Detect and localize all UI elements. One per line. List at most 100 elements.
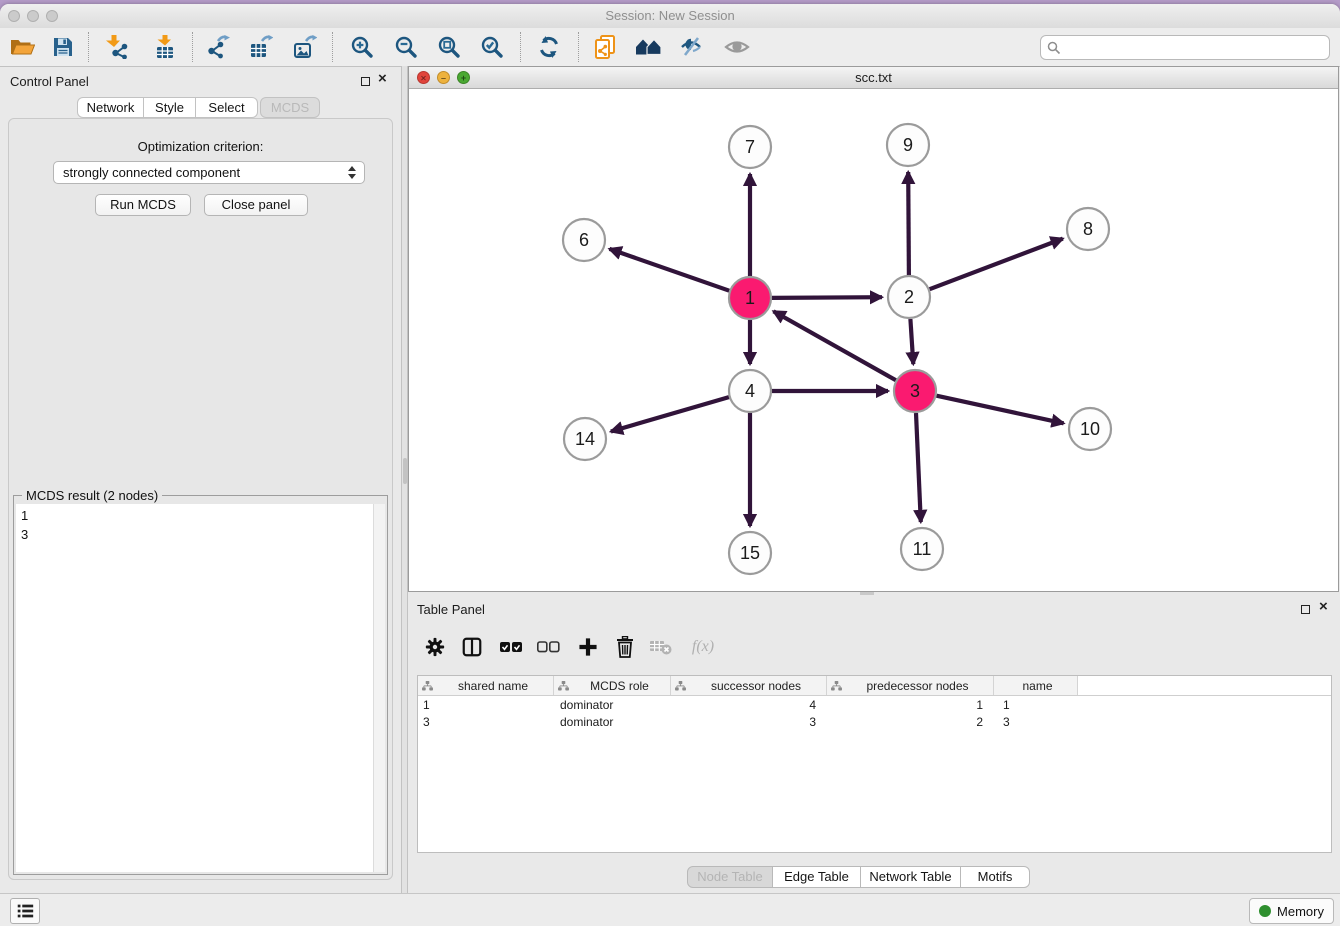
- toolbar-separator: [88, 32, 89, 62]
- control-panel: Control Panel × Network Style Select MCD…: [0, 66, 401, 893]
- column-type-icon: [675, 681, 686, 691]
- tab-mcds[interactable]: MCDS: [260, 97, 320, 118]
- divider-handle[interactable]: [403, 458, 407, 484]
- svg-text:9: 9: [903, 135, 913, 155]
- window-title: Session: New Session: [0, 4, 1340, 28]
- search-field[interactable]: [1040, 35, 1330, 60]
- tab-network-table[interactable]: Network Table: [861, 866, 961, 888]
- network-frame-title: scc.txt: [409, 67, 1338, 88]
- table-panel-title: Table Panel: [417, 602, 485, 617]
- column-type-icon: [831, 681, 842, 691]
- network-view-frame: scc.txt 7968124314101511: [408, 66, 1339, 592]
- memory-button[interactable]: Memory: [1249, 898, 1334, 924]
- network-frame-titlebar[interactable]: scc.txt: [409, 67, 1338, 89]
- network-graph[interactable]: 7968124314101511: [409, 89, 1338, 591]
- close-panel-button[interactable]: Close panel: [204, 194, 308, 216]
- svg-text:3: 3: [910, 381, 920, 401]
- zoom-out-icon[interactable]: [392, 32, 420, 62]
- search-icon: [1047, 41, 1061, 55]
- mcds-result-group: MCDS result (2 nodes) 1 3: [13, 495, 388, 875]
- tab-style[interactable]: Style: [144, 97, 196, 118]
- run-mcds-button[interactable]: Run MCDS: [95, 194, 191, 216]
- clone-network-icon[interactable]: [591, 32, 619, 62]
- svg-text:6: 6: [579, 230, 589, 250]
- svg-text:1: 1: [745, 288, 755, 308]
- mcds-result-title: MCDS result (2 nodes): [22, 488, 162, 503]
- optimization-label: Optimization criterion:: [9, 139, 392, 154]
- create-column-icon[interactable]: [575, 634, 601, 660]
- column-header-mcds-role[interactable]: MCDS role: [554, 676, 671, 695]
- memory-status-icon: [1259, 905, 1271, 917]
- toolbar-separator: [332, 32, 333, 62]
- svg-text:8: 8: [1083, 219, 1093, 239]
- delete-table-icon[interactable]: [648, 634, 674, 660]
- save-session-icon[interactable]: [49, 32, 77, 62]
- column-header-successor-nodes[interactable]: successor nodes: [671, 676, 827, 695]
- select-stepper-icon: [347, 165, 358, 180]
- tab-node-table[interactable]: Node Table: [687, 866, 773, 888]
- function-builder-icon[interactable]: f(x): [686, 634, 720, 660]
- header-filler: [1078, 676, 1331, 695]
- control-panel-title: Control Panel: [10, 74, 89, 89]
- title-bar[interactable]: Session: New Session: [0, 4, 1340, 29]
- svg-text:2: 2: [904, 287, 914, 307]
- mcds-result-area[interactable]: 1 3: [16, 504, 385, 872]
- column-type-icon: [422, 681, 433, 691]
- status-bar: Memory: [0, 893, 1340, 926]
- refresh-layout-icon[interactable]: [535, 32, 563, 62]
- toolbar-separator: [192, 32, 193, 62]
- tab-edge-table[interactable]: Edge Table: [773, 866, 861, 888]
- criterion-value: strongly connected component: [63, 165, 240, 180]
- split-divider-vertical[interactable]: [401, 66, 408, 893]
- table-row[interactable]: 1 dominator 4 1 1: [418, 696, 1331, 713]
- svg-text:7: 7: [745, 137, 755, 157]
- node-table[interactable]: shared name MCDS role successor nodes pr…: [417, 675, 1332, 853]
- float-panel-icon[interactable]: [361, 77, 370, 86]
- result-line: 3: [16, 525, 385, 544]
- table-row[interactable]: 3 dominator 3 2 3: [418, 713, 1331, 730]
- import-table-icon[interactable]: [151, 32, 179, 62]
- delete-column-icon[interactable]: [612, 634, 638, 660]
- import-network-icon[interactable]: [104, 32, 132, 62]
- export-image-icon[interactable]: [291, 32, 319, 62]
- svg-text:11: 11: [913, 539, 932, 559]
- export-network-icon[interactable]: [204, 32, 232, 62]
- zoom-fit-icon[interactable]: [435, 32, 463, 62]
- column-header-name[interactable]: name: [994, 676, 1078, 695]
- column-header-predecessor-nodes[interactable]: predecessor nodes: [827, 676, 994, 695]
- select-all-columns-icon[interactable]: [498, 634, 524, 660]
- column-header-shared-name[interactable]: shared name: [418, 676, 554, 695]
- tab-select[interactable]: Select: [196, 97, 258, 118]
- close-panel-icon[interactable]: ×: [378, 73, 387, 85]
- hide-selected-icon[interactable]: [677, 32, 705, 62]
- toolbar-separator: [578, 32, 579, 62]
- memory-label: Memory: [1277, 904, 1324, 919]
- table-panel: Table Panel × f(x): [408, 595, 1340, 889]
- network-canvas[interactable]: 7968124314101511: [409, 89, 1338, 591]
- float-table-panel-icon[interactable]: [1301, 605, 1310, 614]
- criterion-select[interactable]: strongly connected component: [53, 161, 365, 184]
- open-session-icon[interactable]: [8, 32, 36, 62]
- zoom-selected-icon[interactable]: [478, 32, 506, 62]
- svg-text:4: 4: [745, 381, 755, 401]
- table-settings-gear-icon[interactable]: [422, 634, 448, 660]
- mcds-tab-content: Optimization criterion: strongly connect…: [8, 118, 393, 880]
- main-toolbar: [0, 28, 1340, 67]
- zoom-in-icon[interactable]: [348, 32, 376, 62]
- list-icon: [15, 901, 35, 921]
- close-table-panel-icon[interactable]: ×: [1319, 601, 1328, 613]
- home-icon[interactable]: [634, 32, 662, 62]
- node-table-header: shared name MCDS role successor nodes pr…: [418, 676, 1331, 696]
- column-type-icon: [558, 681, 569, 691]
- toolbar-separator: [520, 32, 521, 62]
- show-all-icon[interactable]: [723, 32, 751, 62]
- task-history-button[interactable]: [10, 898, 40, 924]
- deselect-all-columns-icon[interactable]: [535, 634, 561, 660]
- tab-network[interactable]: Network: [77, 97, 144, 118]
- search-input[interactable]: [1065, 38, 1329, 57]
- result-line: 1: [16, 504, 385, 525]
- tab-motifs[interactable]: Motifs: [961, 866, 1030, 888]
- show-columns-icon[interactable]: [459, 634, 485, 660]
- scrollbar-track[interactable]: [373, 504, 385, 872]
- export-table-icon[interactable]: [247, 32, 275, 62]
